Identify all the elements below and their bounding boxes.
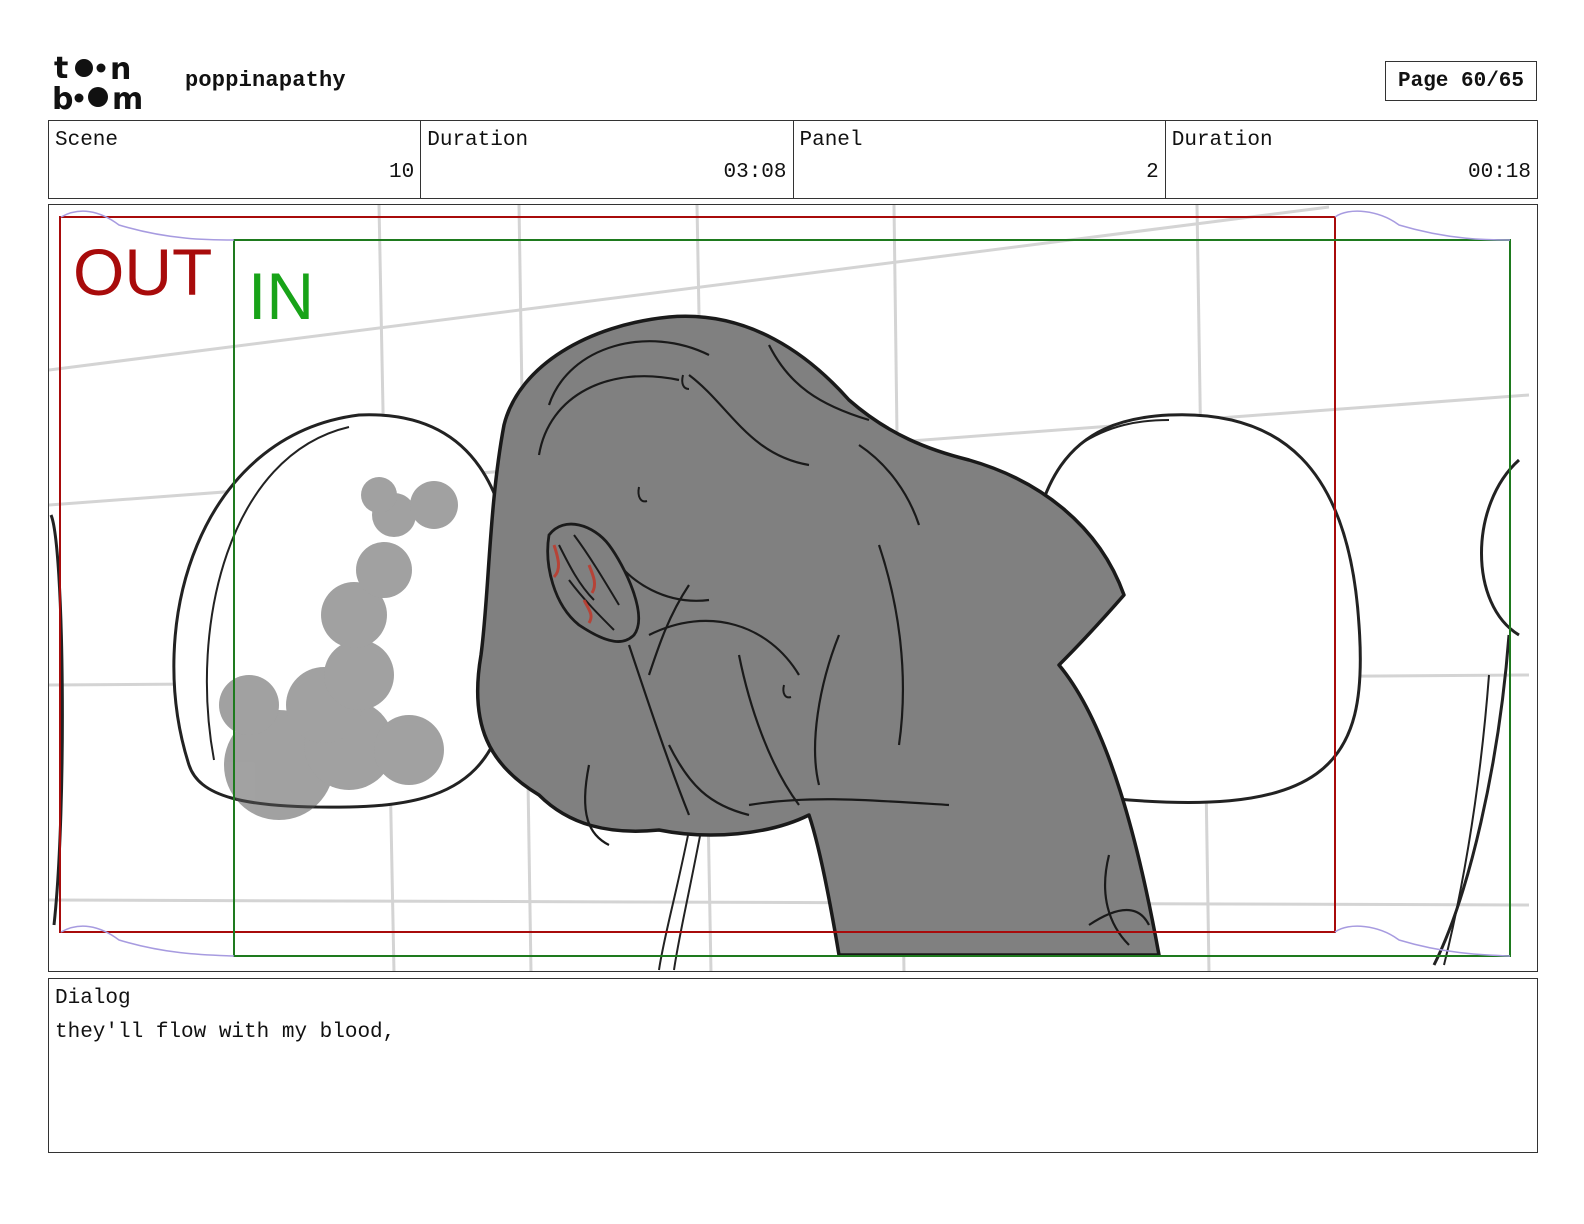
scene-duration-label: Duration bbox=[427, 129, 529, 152]
scene-label: Scene bbox=[55, 129, 119, 152]
svg-text:m: m bbox=[112, 82, 143, 112]
scene-duration-cell: Duration 03:08 bbox=[421, 121, 794, 198]
dialog-label: Dialog bbox=[55, 987, 131, 1010]
panel-duration-cell: Duration 00:18 bbox=[1166, 121, 1537, 198]
panel-duration-value: 00:18 bbox=[1467, 161, 1531, 184]
in-frame-label: IN bbox=[248, 259, 314, 333]
scene-info-row: Scene 10 Duration 03:08 Panel 2 Duration… bbox=[48, 120, 1538, 199]
scene-duration-value: 03:08 bbox=[723, 161, 787, 184]
scene-value: 10 bbox=[389, 161, 415, 184]
panel-duration-label: Duration bbox=[1171, 129, 1273, 152]
project-title: poppinapathy bbox=[185, 68, 346, 93]
dialog-text: they'll flow with my blood, bbox=[55, 1021, 396, 1044]
toon-boom-logo: t n b m bbox=[52, 52, 143, 112]
svg-text:t: t bbox=[54, 52, 68, 86]
out-frame-label: OUT bbox=[73, 235, 213, 309]
storyboard-panel: OUT IN bbox=[48, 204, 1538, 972]
dialog-box: Dialog they'll flow with my blood, bbox=[48, 978, 1538, 1153]
panel-cell: Panel 2 bbox=[794, 121, 1166, 198]
svg-text:b: b bbox=[52, 82, 73, 112]
scene-cell: Scene 10 bbox=[49, 121, 422, 198]
panel-value: 2 bbox=[1146, 161, 1159, 184]
panel-label: Panel bbox=[799, 129, 863, 152]
page-indicator: Page 60/65 bbox=[1385, 61, 1537, 101]
